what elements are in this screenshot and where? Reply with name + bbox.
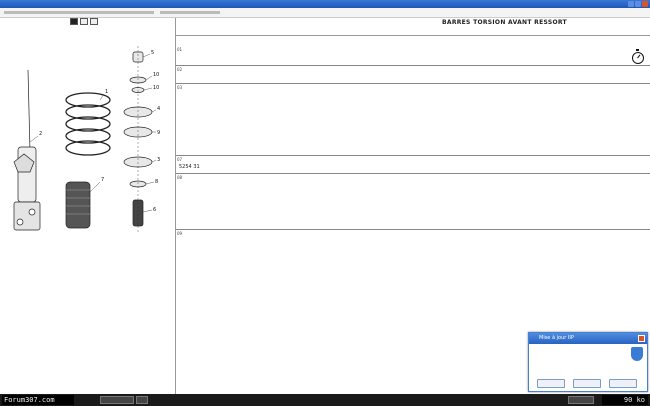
- network-speed: 90 ko: [602, 395, 648, 405]
- callout-6: 6: [153, 207, 156, 213]
- callout-7: 7: [101, 177, 104, 183]
- parts-list-header: BARRES TORSION AVANT RESSORT: [176, 18, 650, 36]
- print-icon[interactable]: [90, 18, 98, 25]
- taskbar-item[interactable]: [100, 396, 134, 404]
- suspension-diagram: 5 10 10 4 9 3 8 6 7 1 2: [13, 46, 160, 232]
- zoom-out-icon[interactable]: [80, 18, 88, 25]
- callout-2: 2: [39, 131, 42, 137]
- callout-8: 8: [155, 179, 158, 185]
- maximize-button[interactable]: [635, 1, 641, 7]
- part-row[interactable]: 08: [176, 174, 650, 230]
- popup-title: Mise à jour IIP: [529, 333, 647, 344]
- taskbar-item[interactable]: [136, 396, 148, 404]
- dust-boot: [65, 181, 91, 229]
- part-row[interactable]: 09: [176, 230, 650, 246]
- diagram-toolbar: [70, 18, 98, 26]
- callout-4: 4: [157, 106, 160, 112]
- callout-10b: 10: [153, 85, 159, 91]
- close-icon[interactable]: [638, 335, 645, 342]
- part-row[interactable]: 03: [176, 84, 650, 156]
- part-row[interactable]: 02: [176, 66, 650, 84]
- update-notification-popup[interactable]: Mise à jour IIP: [528, 332, 648, 392]
- callout-1: 1: [105, 89, 108, 95]
- taskbar: Forum307.com 90 ko: [0, 394, 650, 406]
- close-window-button[interactable]: [642, 1, 648, 7]
- part-row[interactable]: 07 5254 31: [176, 156, 650, 174]
- coil-spring: [65, 92, 111, 156]
- callout-5: 5: [151, 50, 154, 56]
- shock-absorber-strut: [13, 69, 41, 231]
- callout-10a: 10: [153, 72, 159, 78]
- part-group-title: BARRES TORSION AVANT RESSORT: [442, 19, 567, 26]
- callout-9: 9: [157, 130, 160, 136]
- minimize-button[interactable]: [628, 1, 634, 7]
- tray-icons[interactable]: [568, 396, 594, 404]
- part-row[interactable]: 01: [176, 46, 650, 66]
- zoom-in-icon[interactable]: [70, 18, 78, 25]
- callout-3: 3: [157, 157, 160, 163]
- shield-icon: [631, 347, 643, 361]
- address-strip: [0, 8, 650, 18]
- popup-button-1[interactable]: [537, 379, 565, 388]
- popup-button-2[interactable]: [573, 379, 601, 388]
- taskbar-brand[interactable]: Forum307.com: [2, 395, 74, 405]
- exploded-diagram-panel: 5 10 10 4 9 3 8 6 7 1 2: [0, 18, 176, 394]
- popup-button-3[interactable]: [609, 379, 637, 388]
- window-title-bar: [0, 0, 650, 8]
